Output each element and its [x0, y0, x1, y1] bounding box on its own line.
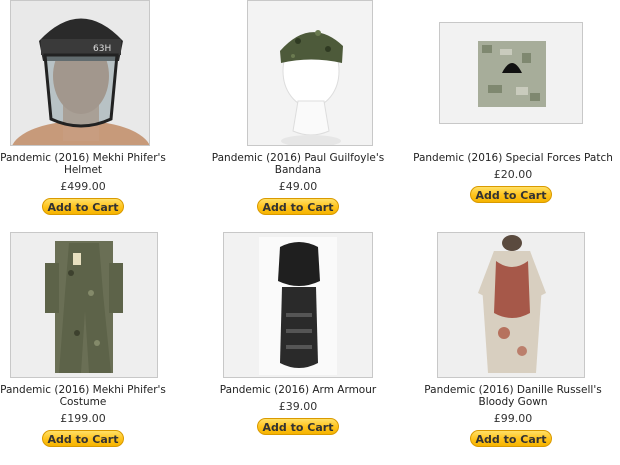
product-price: £199.00 [60, 412, 106, 425]
product-title[interactable]: Pandemic (2016) Mekhi Phifer's Costume [0, 384, 186, 408]
product-title[interactable]: Pandemic (2016) Paul Guilfoyle's Bandana [195, 152, 401, 176]
product-image[interactable]: 63H [10, 0, 150, 146]
product-price: £99.00 [493, 412, 533, 425]
add-to-cart-button[interactable]: Add to Cart [257, 418, 339, 435]
add-to-cart-button[interactable]: Add to Cart [470, 430, 552, 447]
product-image[interactable] [10, 232, 158, 378]
product-image[interactable] [439, 22, 583, 124]
product-title[interactable]: Pandemic (2016) Danille Russell's Bloody… [410, 384, 616, 408]
product-image[interactable] [437, 232, 585, 378]
add-to-cart-button[interactable]: Add to Cart [257, 198, 339, 215]
product-image[interactable] [247, 0, 373, 146]
product-price: £39.00 [278, 400, 318, 413]
product-title[interactable]: Pandemic (2016) Arm Armour [195, 384, 401, 396]
add-to-cart-button[interactable]: Add to Cart [42, 430, 124, 447]
helmet-label: 63H [93, 44, 111, 54]
add-to-cart-button[interactable]: Add to Cart [470, 186, 552, 203]
product-title[interactable]: Pandemic (2016) Special Forces Patch [410, 152, 616, 164]
product-price: £49.00 [278, 180, 318, 193]
product-price: £499.00 [60, 180, 106, 193]
add-to-cart-button[interactable]: Add to Cart [42, 198, 124, 215]
product-title[interactable]: Pandemic (2016) Mekhi Phifer's Helmet [0, 152, 186, 176]
product-image[interactable] [223, 232, 373, 378]
product-price: £20.00 [493, 168, 533, 181]
